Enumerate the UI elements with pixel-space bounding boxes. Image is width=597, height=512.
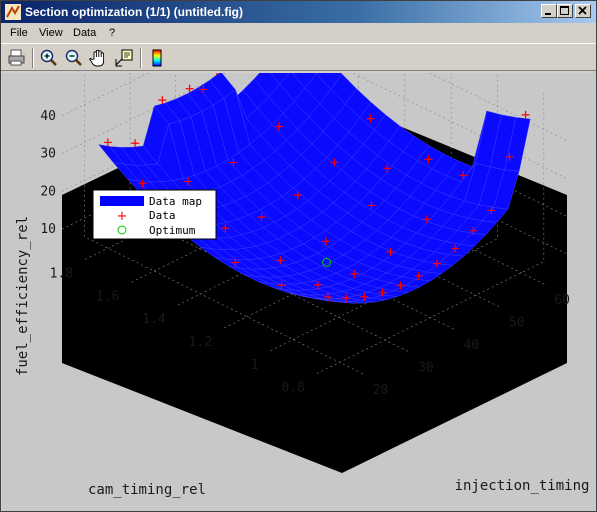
legend-marker-data: + xyxy=(117,209,128,224)
y-tick-label: 1.6 xyxy=(96,289,119,304)
legend-label-data-map: Data map xyxy=(149,195,202,208)
z-tick-label: 10 xyxy=(40,222,56,237)
menu-view[interactable]: View xyxy=(39,27,63,39)
maximize-button[interactable] xyxy=(557,4,573,18)
y-tick-label: 1.2 xyxy=(189,335,212,350)
matlab-icon xyxy=(5,4,21,20)
zoom-out-button[interactable] xyxy=(63,47,85,69)
pan-button[interactable] xyxy=(88,47,110,69)
y-tick-label: 0.8 xyxy=(281,381,304,396)
y-tick-label: 1.4 xyxy=(142,312,166,327)
x-tick-label: 30 xyxy=(418,360,434,375)
colorbar-icon xyxy=(152,49,162,67)
toolbar-separator xyxy=(32,48,34,68)
toolbar-separator xyxy=(140,48,142,68)
title-bar[interactable]: Section optimization (1/1) (untitled.fig… xyxy=(1,1,596,23)
z-axis-label: fuel_efficiency_rel xyxy=(15,216,31,376)
data-point xyxy=(103,138,112,147)
data-cursor-button[interactable] xyxy=(113,47,135,69)
data-point xyxy=(131,139,140,148)
menu-bar: File View Data ? xyxy=(1,23,596,42)
zoom-out-icon xyxy=(65,49,82,66)
menu-data[interactable]: Data xyxy=(73,27,96,39)
x-tick-label: 20 xyxy=(373,383,389,398)
y-axis-label: cam_timing_rel xyxy=(88,482,206,498)
data-point xyxy=(521,110,530,119)
figure-window: Section optimization (1/1) (untitled.fig… xyxy=(0,0,597,512)
print-button[interactable] xyxy=(6,47,28,69)
z-tick-label: 40 xyxy=(40,109,56,124)
z-tick-label: 30 xyxy=(40,147,56,162)
figure-canvas: 10 20 30 40 0.8 1 1.2 1.4 1.6 1.8 20 30 40 50 60 fue… xyxy=(2,73,596,511)
legend-label-data: Data xyxy=(149,209,176,222)
close-icon xyxy=(578,6,587,15)
y-tick-label: 1 xyxy=(251,358,259,373)
zoom-in-button[interactable] xyxy=(38,47,60,69)
legend-swatch-data-map xyxy=(100,196,144,206)
menu-help[interactable]: ? xyxy=(109,27,115,39)
x-tick-label: 60 xyxy=(554,293,570,308)
menu-file[interactable]: File xyxy=(10,27,28,39)
minimize-icon xyxy=(545,13,551,15)
pan-hand-icon xyxy=(89,49,105,67)
window-title: Section optimization (1/1) (untitled.fig… xyxy=(25,5,243,19)
minimize-button[interactable] xyxy=(541,4,557,18)
x-axis-label: injection_timing xyxy=(455,478,590,494)
legend: Data map + Data Optimum xyxy=(92,189,217,240)
print-icon xyxy=(8,49,25,66)
colorbar-button[interactable] xyxy=(146,47,168,69)
y-tick-label: 1.8 xyxy=(50,266,73,281)
surface-plot[interactable]: 10 20 30 40 0.8 1 1.2 1.4 1.6 1.8 20 30 40 50 60 fue… xyxy=(2,73,596,511)
data-cursor-icon xyxy=(115,49,133,67)
x-tick-label: 50 xyxy=(509,316,525,331)
maximize-icon xyxy=(560,6,569,15)
x-tick-label: 40 xyxy=(464,338,480,353)
zoom-in-icon xyxy=(40,49,57,66)
toolbar xyxy=(1,43,596,71)
z-axis-ticks: 10 20 30 40 xyxy=(40,109,56,237)
legend-label-optimum: Optimum xyxy=(149,224,196,237)
close-button[interactable] xyxy=(575,4,591,18)
z-tick-label: 20 xyxy=(40,184,56,199)
